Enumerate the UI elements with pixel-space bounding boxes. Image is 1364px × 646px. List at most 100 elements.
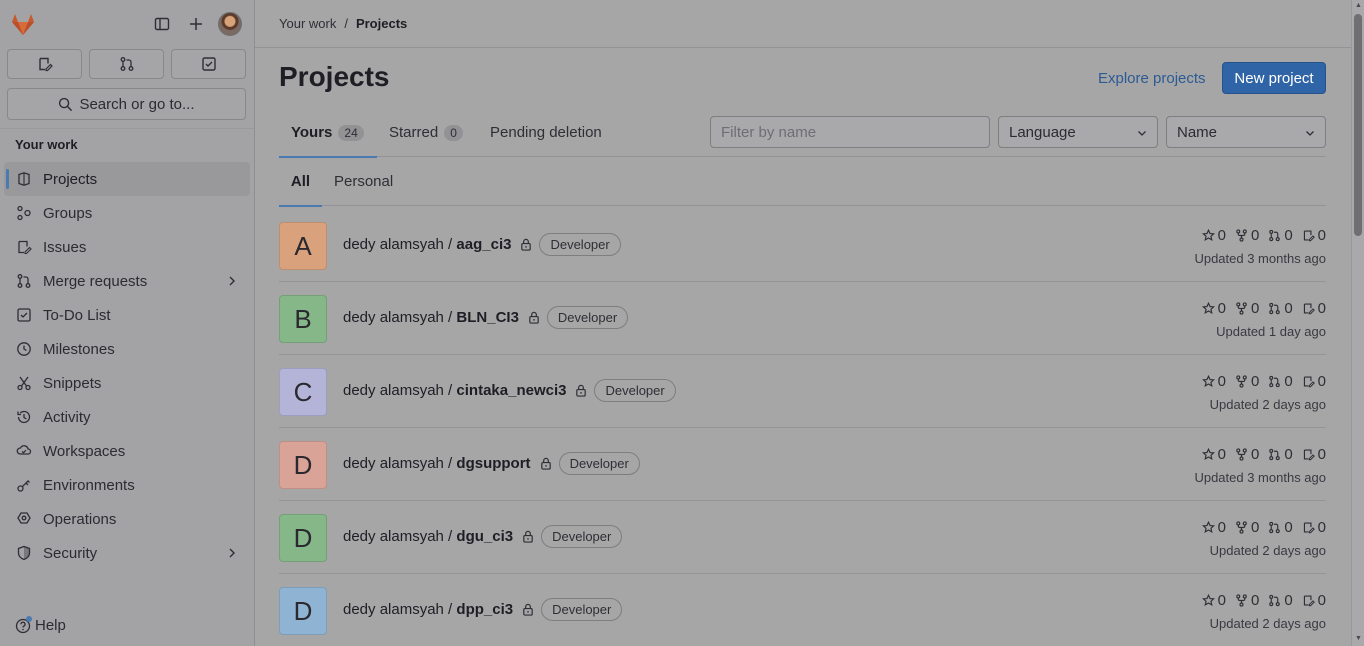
subtab-all[interactable]: All: [279, 157, 322, 207]
project-avatar[interactable]: C: [279, 368, 327, 416]
sidebar-item-projects[interactable]: Projects: [4, 162, 250, 196]
create-new-icon[interactable]: [184, 12, 208, 36]
sidebar-item-operations[interactable]: Operations: [4, 502, 250, 536]
project-namespace[interactable]: dedy alamsyah /: [343, 236, 456, 253]
merge-requests-count[interactable]: 0: [1268, 373, 1293, 390]
forks-count[interactable]: 0: [1235, 519, 1259, 536]
language-dropdown[interactable]: Language: [998, 116, 1158, 148]
project-avatar[interactable]: B: [279, 295, 327, 343]
project-title[interactable]: dedy alamsyah / BLN_CI3 Developer: [343, 306, 629, 329]
sidebar-item-security[interactable]: Security: [4, 536, 250, 570]
explore-projects-link[interactable]: Explore projects: [1098, 70, 1206, 87]
merge-requests-count[interactable]: 0: [1268, 592, 1293, 609]
assigned-issues-button[interactable]: [7, 49, 82, 79]
project-name[interactable]: dpp_ci3: [456, 601, 513, 618]
project-row[interactable]: B dedy alamsyah / BLN_CI3 Developer 0 0 …: [279, 282, 1326, 355]
sidebar-item-groups[interactable]: Groups: [4, 196, 250, 230]
todos-button[interactable]: [171, 49, 246, 79]
project-namespace[interactable]: dedy alamsyah /: [343, 309, 456, 326]
sidebar-item-snippets[interactable]: Snippets: [4, 366, 250, 400]
project-row[interactable]: A dedy alamsyah / aag_ci3 Developer 0 0 …: [279, 209, 1326, 282]
project-name[interactable]: aag_ci3: [456, 236, 511, 253]
project-row[interactable]: D dedy alamsyah / dgsupport Developer 0 …: [279, 428, 1326, 501]
forks-count[interactable]: 0: [1235, 227, 1259, 244]
forks-count[interactable]: 0: [1235, 446, 1259, 463]
project-row[interactable]: C dedy alamsyah / cintaka_newci3 Develop…: [279, 355, 1326, 428]
project-namespace[interactable]: dedy alamsyah /: [343, 528, 456, 545]
issues-count[interactable]: 0: [1302, 373, 1326, 390]
issues-count[interactable]: 0: [1302, 519, 1326, 536]
tab-pending-deletion[interactable]: Pending deletion: [490, 108, 602, 157]
stars-value: 0: [1217, 227, 1226, 244]
sidebar-item-activity[interactable]: Activity: [4, 400, 250, 434]
project-title[interactable]: dedy alamsyah / dpp_ci3 Developer: [343, 598, 623, 621]
project-name[interactable]: dgsupport: [456, 455, 530, 472]
project-title[interactable]: dedy alamsyah / aag_ci3 Developer: [343, 233, 621, 256]
help-button[interactable]: Help: [15, 615, 66, 634]
project-title[interactable]: dedy alamsyah / dgu_ci3 Developer: [343, 525, 623, 548]
merge-requests-count[interactable]: 0: [1268, 519, 1293, 536]
sidebar-item-workspaces[interactable]: Workspaces: [4, 434, 250, 468]
toggle-sidebar-icon[interactable]: [150, 12, 174, 36]
project-title[interactable]: dedy alamsyah / dgsupport Developer: [343, 452, 640, 475]
project-stats: 0 0 0 0: [1193, 592, 1326, 609]
sort-dropdown[interactable]: Name: [1166, 116, 1326, 148]
tab-yours[interactable]: Yours 24: [279, 108, 377, 158]
tab-starred[interactable]: Starred 0: [389, 108, 463, 157]
sidebar-item-issues[interactable]: Issues: [4, 230, 250, 264]
stars-count[interactable]: 0: [1201, 227, 1226, 244]
lock-icon: [575, 384, 587, 397]
role-badge: Developer: [558, 452, 640, 475]
merge-request-icon: [1268, 302, 1281, 315]
stars-count[interactable]: 0: [1201, 300, 1226, 317]
subtab-personal[interactable]: Personal: [334, 157, 393, 206]
lock-icon: [522, 530, 534, 543]
new-project-button[interactable]: New project: [1222, 62, 1326, 94]
sidebar-item-todo-list[interactable]: To-Do List: [4, 298, 250, 332]
merge-requests-count[interactable]: 0: [1268, 227, 1293, 244]
project-row[interactable]: D dedy alamsyah / dgu_ci3 Developer 0 0 …: [279, 501, 1326, 574]
project-avatar[interactable]: D: [279, 441, 327, 489]
scrollbar-thumb[interactable]: [1354, 14, 1362, 236]
stars-count[interactable]: 0: [1201, 519, 1226, 536]
project-name[interactable]: BLN_CI3: [456, 309, 519, 326]
project-row[interactable]: D dedy alamsyah / dpp_ci3 Developer 0 0 …: [279, 574, 1326, 646]
breadcrumb-projects[interactable]: Projects: [356, 16, 407, 31]
scroll-down-arrow-icon[interactable]: ▼: [1355, 635, 1362, 642]
merge-requests-count[interactable]: 0: [1268, 446, 1293, 463]
project-name[interactable]: dgu_ci3: [456, 528, 513, 545]
project-title[interactable]: dedy alamsyah / cintaka_newci3 Developer: [343, 379, 676, 402]
page-scrollbar[interactable]: ▲ ▼: [1351, 0, 1364, 646]
filter-by-name-input[interactable]: Filter by name: [710, 116, 990, 148]
merge-requests-count[interactable]: 0: [1268, 300, 1293, 317]
project-namespace[interactable]: dedy alamsyah /: [343, 455, 456, 472]
merge-requests-button[interactable]: [89, 49, 164, 79]
issues-count[interactable]: 0: [1302, 446, 1326, 463]
stars-count[interactable]: 0: [1201, 373, 1226, 390]
stars-count[interactable]: 0: [1201, 592, 1226, 609]
project-avatar[interactable]: A: [279, 222, 327, 270]
issues-count[interactable]: 0: [1302, 300, 1326, 317]
user-avatar[interactable]: [218, 12, 242, 36]
operations-icon: [16, 511, 32, 527]
project-namespace[interactable]: dedy alamsyah /: [343, 601, 456, 618]
tab-label: Starred: [389, 124, 439, 141]
forks-count[interactable]: 0: [1235, 373, 1259, 390]
project-namespace[interactable]: dedy alamsyah /: [343, 382, 456, 399]
project-avatar[interactable]: D: [279, 514, 327, 562]
project-name[interactable]: cintaka_newci3: [456, 382, 566, 399]
stars-count[interactable]: 0: [1201, 446, 1226, 463]
issues-count[interactable]: 0: [1302, 227, 1326, 244]
scroll-up-arrow-icon[interactable]: ▲: [1355, 2, 1362, 9]
forks-count[interactable]: 0: [1235, 300, 1259, 317]
sidebar-item-merge-requests[interactable]: Merge requests: [4, 264, 250, 298]
project-avatar[interactable]: D: [279, 587, 327, 635]
breadcrumb-your-work[interactable]: Your work: [279, 16, 336, 31]
sidebar-item-environments[interactable]: Environments: [4, 468, 250, 502]
search-button[interactable]: Search or go to...: [7, 88, 246, 120]
gitlab-logo-icon[interactable]: [9, 10, 37, 38]
issues-count[interactable]: 0: [1302, 592, 1326, 609]
sidebar-item-milestones[interactable]: Milestones: [4, 332, 250, 366]
sidebar-item-label: Groups: [43, 204, 93, 222]
forks-count[interactable]: 0: [1235, 592, 1259, 609]
